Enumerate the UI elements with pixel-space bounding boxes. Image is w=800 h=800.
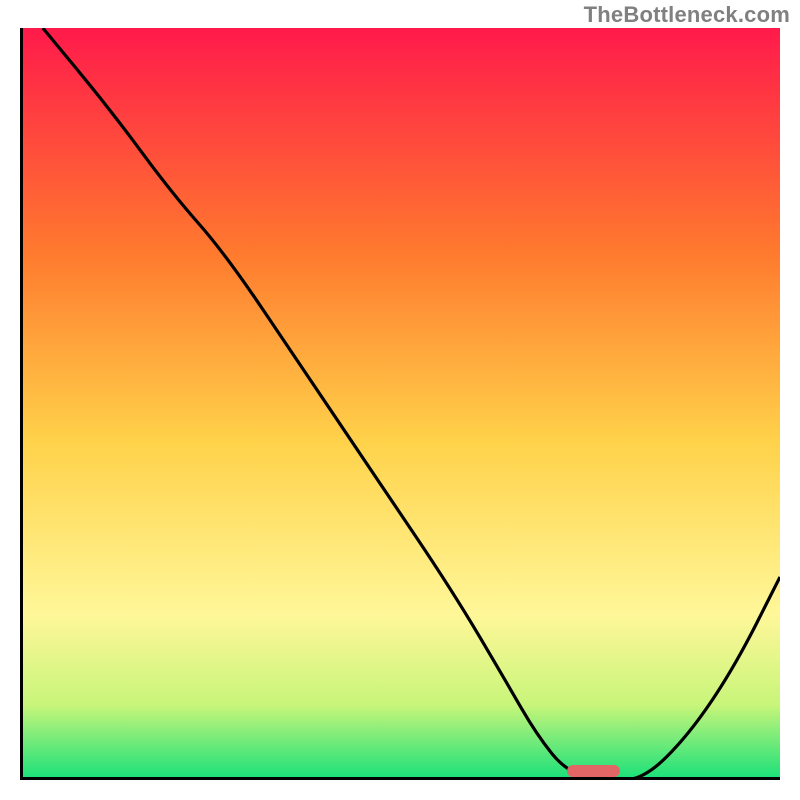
watermark-text: TheBottleneck.com — [584, 2, 790, 28]
highlight-marker — [567, 765, 620, 777]
chart-container: TheBottleneck.com — [0, 0, 800, 800]
bottleneck-curve — [20, 28, 780, 780]
curve-path — [43, 28, 780, 780]
y-axis-line — [20, 28, 23, 780]
plot-area — [20, 28, 780, 780]
x-axis-line — [20, 777, 780, 780]
